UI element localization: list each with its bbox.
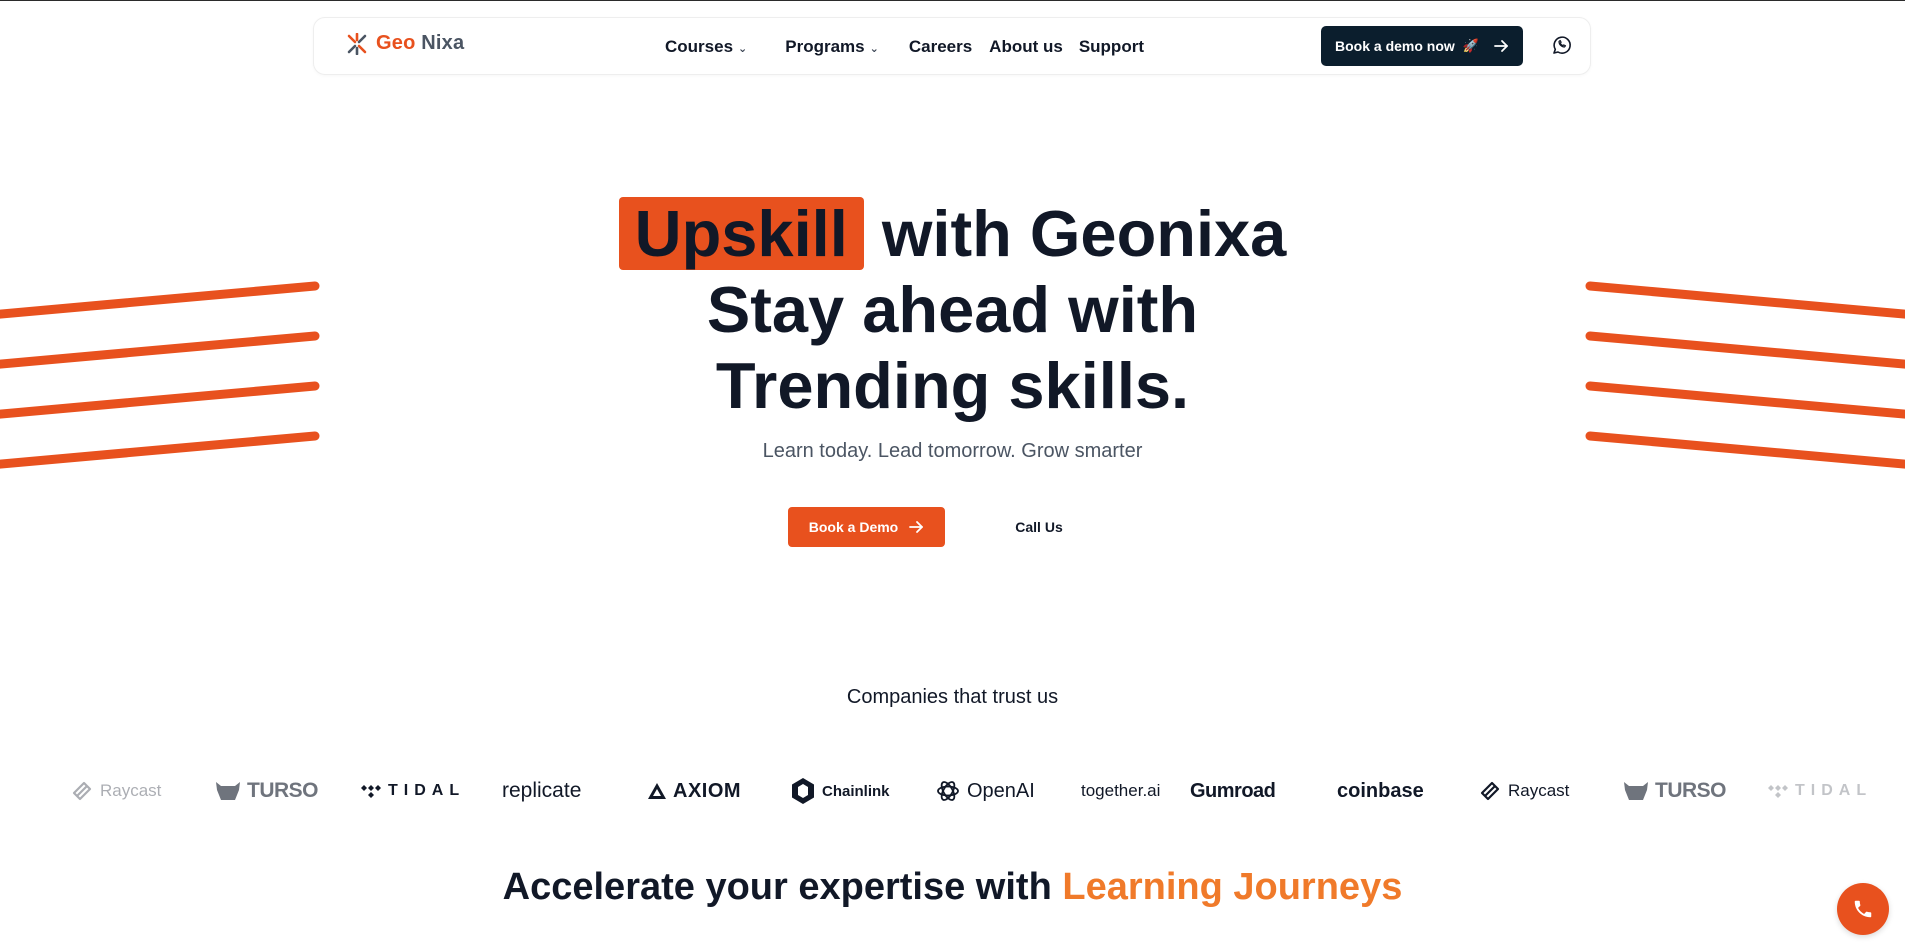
learning-journeys-title: Accelerate your expertise with Learning … [0,866,1905,909]
main-nav: Courses ⌄ Programs ⌄ Careers About us Su… [665,37,1144,57]
turso-icon [1624,782,1648,800]
company-logo-axiom: AXIOM [647,770,741,812]
call-us-label: Call Us [1015,519,1063,535]
axiom-icon [648,783,666,799]
company-logo-text: AXIOM [673,779,742,802]
company-logo-replicate: replicate [502,770,581,812]
openai-icon [937,781,959,801]
nav-item-label: About us [989,37,1063,56]
hero-title-line-3: Trending skills. [715,349,1190,422]
company-logo-together-ai: together.ai [1081,770,1160,812]
hero-title-line-2: Stay ahead with [706,273,1199,346]
nav-item-courses[interactable]: Courses ⌄ [665,37,747,57]
company-logo-turso: TURSO [1623,770,1727,812]
rocket-icon: 🚀 [1462,38,1479,53]
company-logo-text: Gumroad [1190,779,1276,802]
companies-trust-title: Companies that trust us [846,686,1059,708]
brand-name-part2: Nixa [421,32,465,54]
arrow-right-icon [909,521,924,533]
floating-call-button[interactable] [1837,883,1889,935]
nav-item-label: Support [1078,37,1144,56]
company-logo-text: Raycast [100,781,162,800]
turso-icon [216,782,240,800]
book-demo-now-button[interactable]: Book a demo now 🚀 [1321,26,1523,66]
section-title-prefix: Accelerate your expertise with [502,866,1052,908]
nav-item-about-us[interactable]: About us [989,37,1063,57]
company-logo-tidal: TIDAL [360,770,465,812]
company-logo-text: together.ai [1081,781,1161,800]
hero-title: Upskill with Geonixa Stay ahead with Tre… [0,196,1905,424]
nav-item-support[interactable]: Support [1079,37,1144,57]
company-logo-tidal: TIDAL [1767,770,1872,812]
section-title-accent: Learning Journeys [1062,866,1403,908]
company-logo-text: replicate [502,779,582,802]
company-logos-strip: Raycast TURSO TIDAL replicate AXIOM Chai… [0,770,1905,812]
company-logo-chainlink: Chainlink [790,770,890,812]
book-a-demo-button[interactable]: Book a Demo [788,507,945,547]
phone-icon [1854,900,1872,918]
company-logo-text: TURSO [1655,779,1727,802]
raycast-icon [72,781,92,801]
company-logo-text: OpenAI [967,779,1035,802]
raycast-icon [1480,781,1500,801]
brand-logo[interactable]: Geo Nixa [346,32,464,55]
company-logo-turso: TURSO [215,770,319,812]
company-logo-text: Raycast [1508,781,1570,800]
brand-name-part1: Geo [376,32,416,54]
chainlink-icon [792,778,814,804]
navbar: Geo Nixa Courses ⌄ Programs ⌄ Careers Ab… [313,17,1591,75]
company-logo-text: TURSO [247,779,319,802]
company-logo-raycast: Raycast [70,770,161,812]
call-us-button[interactable]: Call Us [1000,507,1078,547]
hero-title-line-1: Upskill with Geonixa [0,196,1905,272]
hero-highlight-word: Upskill [618,197,864,270]
hero-title-line-1-rest: with Geonixa [881,197,1287,270]
arrow-right-icon [1494,40,1508,52]
company-logo-raycast: Raycast [1478,770,1569,812]
company-logo-text: TIDAL [388,782,466,799]
nav-item-programs[interactable]: Programs ⌄ [785,37,879,57]
company-logo-openai: OpenAI [935,770,1035,812]
nav-item-label: Careers [908,37,973,56]
company-logo-coinbase: coinbase [1337,770,1424,812]
brand-name: Geo Nixa [376,32,464,55]
logo-mark-icon [347,32,367,55]
whatsapp-icon[interactable] [1550,33,1574,57]
nav-item-label: Programs [785,37,865,56]
tidal-icon [1768,785,1788,798]
book-demo-now-label: Book a demo now [1335,38,1455,54]
company-logo-gumroad: Gumroad [1190,770,1276,812]
book-a-demo-label: Book a Demo [808,519,899,535]
company-logo-text: Chainlink [822,782,890,800]
top-border [0,0,1905,1]
chevron-down-icon: ⌄ [869,42,879,55]
nav-item-label: Courses [665,37,734,56]
hero-subtitle: Learn today. Lead tomorrow. Grow smarter [762,440,1143,462]
tidal-icon [361,785,381,798]
chevron-down-icon: ⌄ [738,42,748,55]
company-logo-text: coinbase [1337,779,1424,802]
nav-item-careers[interactable]: Careers [909,37,972,57]
company-logo-text: TIDAL [1795,782,1873,799]
